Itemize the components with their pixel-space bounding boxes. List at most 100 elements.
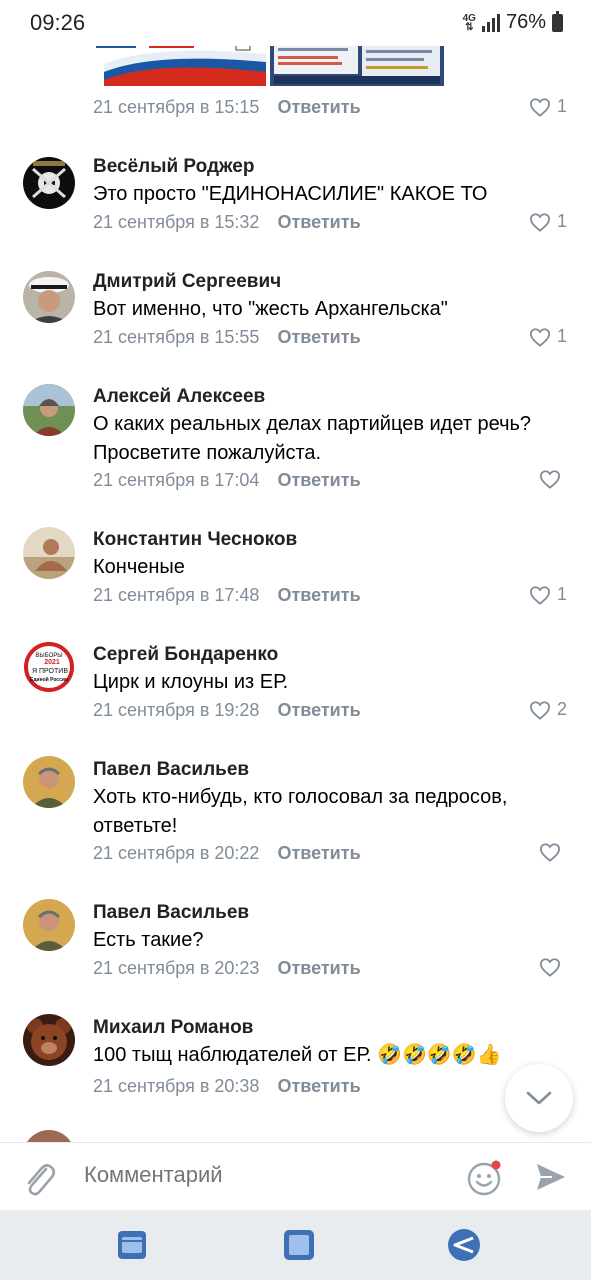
comment-date: 21 сентября в 15:55 <box>93 327 260 347</box>
like-button[interactable]: 1 <box>529 326 567 347</box>
reply-button[interactable]: Ответить <box>277 1076 360 1097</box>
comment-text: Цирк и клоуны из ЕР. <box>93 671 289 693</box>
avatar-image <box>23 756 75 808</box>
scroll-down-button[interactable] <box>505 1064 573 1132</box>
comment-meta: 21 сентября в 17:48 Ответить <box>93 585 361 606</box>
heart-icon <box>539 958 561 977</box>
comment-date: 21 сентября в 15:15 <box>93 97 260 117</box>
paperclip-icon <box>27 1164 56 1196</box>
attached-photo-thumbnails[interactable] <box>94 39 444 86</box>
reply-button[interactable]: Ответить <box>277 843 360 864</box>
comment-composer <box>0 1142 591 1211</box>
heart-icon <box>529 327 550 347</box>
badge-text-4: Единой России <box>30 676 68 683</box>
battery-icon <box>552 10 563 32</box>
like-count: 2 <box>556 699 567 719</box>
send-icon <box>537 1164 565 1190</box>
heart-icon <box>529 700 550 720</box>
comment-date: 21 сентября в 17:04 <box>93 470 260 490</box>
comment-author[interactable]: Михаил Романов <box>93 1017 253 1039</box>
avatar-image <box>23 527 75 579</box>
comment-meta: 21 сентября в 15:32 Ответить <box>93 212 361 233</box>
recent-apps-icon <box>118 1231 146 1259</box>
attach-button[interactable] <box>22 1159 56 1202</box>
attached-photos[interactable] <box>94 39 444 86</box>
comment-text: Есть такие? <box>93 929 204 951</box>
comment-text: Вот именно, что "жесть Архангельска" <box>93 298 448 320</box>
like-button[interactable]: 1 <box>529 584 567 605</box>
comment-date: 21 сентября в 20:38 <box>93 1076 260 1096</box>
reply-button[interactable]: Ответить <box>277 470 360 491</box>
avatar[interactable]: ВЫБОРЫ 2021 Я ПРОТИВ Единой России <box>23 641 75 693</box>
comment-author[interactable]: Дмитрий Сергеевич <box>93 271 281 293</box>
like-button[interactable] <box>539 469 567 489</box>
like-button[interactable] <box>539 842 567 862</box>
comment-author[interactable]: Сергей Бондаренко <box>93 644 278 666</box>
smile-icon <box>467 1160 501 1196</box>
home-icon <box>284 1230 314 1260</box>
comment-meta: 21 сентября в 20:38 Ответить <box>93 1076 361 1097</box>
avatar[interactable] <box>23 756 75 808</box>
reply-button[interactable]: Ответить <box>277 585 360 606</box>
avatar-image <box>23 157 75 209</box>
heart-icon <box>529 585 550 605</box>
like-count: 1 <box>556 96 567 116</box>
like-button[interactable]: 2 <box>529 699 567 720</box>
reply-button[interactable]: Ответить <box>277 97 360 118</box>
avatar[interactable] <box>23 271 75 323</box>
avatar[interactable] <box>23 527 75 579</box>
comment-date: 21 сентября в 20:22 <box>93 843 260 863</box>
comment-date: 21 сентября в 20:23 <box>93 958 260 978</box>
comment-text: Это просто "ЕДИНОНАСИЛИЕ" КАКОЕ ТО <box>93 183 488 205</box>
battery-percent: 76% <box>505 11 546 33</box>
like-button[interactable]: 1 <box>529 211 567 232</box>
status-bar: 09:26 4G ⇅ 76% <box>0 0 591 46</box>
avatar[interactable] <box>23 384 75 436</box>
notification-dot <box>491 1160 501 1170</box>
signal-icon <box>481 13 500 32</box>
comment-author[interactable]: Павел Васильев <box>93 902 249 924</box>
emoji-button[interactable] <box>466 1159 504 1202</box>
comment-author[interactable]: Павел Васильев <box>93 759 249 781</box>
comment-meta: 21 сентября в 15:15 Ответить <box>93 97 361 118</box>
comment-meta: 21 сентября в 20:22 Ответить <box>93 843 361 864</box>
reply-button[interactable]: Ответить <box>277 958 360 979</box>
home-button[interactable] <box>281 1228 317 1262</box>
reply-button[interactable]: Ответить <box>277 700 360 721</box>
back-button[interactable] <box>446 1228 482 1262</box>
heart-icon <box>529 212 550 232</box>
avatar[interactable] <box>23 899 75 951</box>
comment-text: 100 тыщ наблюдателей от ЕР. 🤣🤣🤣🤣👍 <box>93 1044 502 1066</box>
avatar[interactable] <box>23 1014 75 1066</box>
comment-date: 21 сентября в 15:32 <box>93 212 260 232</box>
comment-meta: 21 сентября в 19:28 Ответить <box>93 700 361 721</box>
like-count: 1 <box>556 584 567 604</box>
heart-icon <box>539 470 561 489</box>
network-type: 4G ⇅ <box>462 12 476 33</box>
reply-button[interactable]: Ответить <box>277 327 360 348</box>
comment-meta: 21 сентября в 20:23 Ответить <box>93 958 361 979</box>
comment-text: Конченые <box>93 556 185 578</box>
like-button[interactable]: 1 <box>529 96 567 117</box>
like-count: 1 <box>556 326 567 346</box>
network-label: 4G <box>462 12 476 24</box>
send-button[interactable] <box>534 1161 568 1198</box>
status-time: 09:26 <box>30 10 86 35</box>
badge-text-3: Я ПРОТИВ <box>32 668 68 675</box>
comment-author[interactable]: Константин Чесноков <box>93 529 297 551</box>
comment-date: 21 сентября в 19:28 <box>93 700 260 720</box>
comment-text: О каких реальных делах партийцев идет ре… <box>93 413 532 464</box>
avatar[interactable] <box>23 157 75 209</box>
like-button[interactable] <box>539 957 567 977</box>
back-icon <box>448 1229 480 1261</box>
reply-button[interactable]: Ответить <box>277 212 360 233</box>
avatar-image <box>23 1014 75 1066</box>
recent-apps-button[interactable] <box>114 1228 150 1262</box>
heart-icon <box>539 843 561 862</box>
next-comment-avatar-partial <box>23 1130 75 1142</box>
avatar-image: ВЫБОРЫ 2021 Я ПРОТИВ Единой России <box>23 641 75 693</box>
comment-author[interactable]: Весёлый Роджер <box>93 156 254 178</box>
comment-author[interactable]: Алексей Алексеев <box>93 386 265 408</box>
comment-meta: 21 сентября в 17:04 Ответить <box>93 470 361 491</box>
comment-input[interactable] <box>82 1161 446 1189</box>
